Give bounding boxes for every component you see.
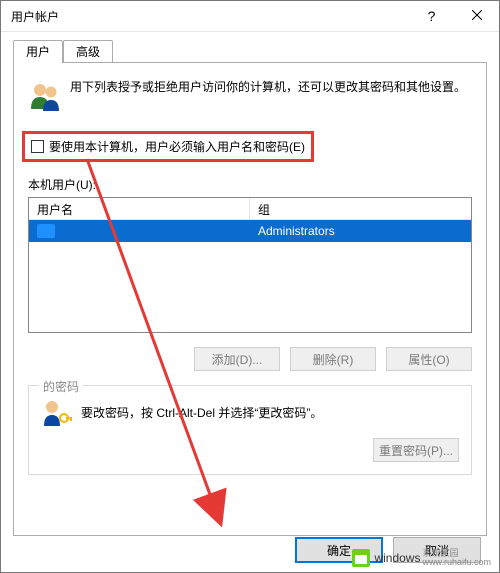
tab-panel-users: 用下列表授予或拒绝用户访问你的计算机，还可以更改其密码和其他设置。 要使用本计算…: [13, 62, 487, 536]
cell-username: [29, 224, 250, 238]
password-groupbox: 的密码 要改密码，按 Ctrl-Alt-Del 并选择“更改密码”。: [28, 385, 472, 475]
reset-password-button[interactable]: 重置密码(P)...: [373, 438, 459, 462]
watermark-brand: windows: [374, 551, 420, 565]
key-icon: [41, 396, 73, 428]
close-button[interactable]: [454, 1, 499, 31]
user-buttons-row: 添加(D)... 删除(R) 属性(O): [28, 347, 472, 371]
intro-row: 用下列表授予或拒绝用户访问你的计算机，还可以更改其密码和其他设置。: [28, 79, 472, 113]
help-button[interactable]: ?: [409, 1, 454, 31]
local-users-label: 本机用户(U):: [28, 176, 472, 193]
add-button[interactable]: 添加(D)...: [194, 347, 280, 371]
col-username[interactable]: 用户名: [29, 198, 250, 220]
titlebar: 用户帐户 ?: [1, 1, 499, 32]
window-title: 用户帐户: [11, 8, 59, 25]
tab-advanced[interactable]: 高级: [63, 40, 113, 63]
tab-strip: 用户 高级: [13, 40, 487, 62]
password-text: 要改密码，按 Ctrl-Alt-Del 并选择“更改密码”。: [81, 404, 322, 421]
close-icon: [472, 9, 482, 23]
table-row[interactable]: Administrators: [29, 220, 471, 242]
window-buttons: ?: [409, 1, 499, 31]
properties-button[interactable]: 属性(O): [386, 347, 472, 371]
watermark-site: www.ruhaifu.com: [422, 558, 491, 567]
col-group[interactable]: 组: [250, 198, 471, 220]
user-icon: [37, 224, 55, 238]
intro-text: 用下列表授予或拒绝用户访问你的计算机，还可以更改其密码和其他设置。: [70, 79, 466, 113]
watermark-logo-icon: [352, 549, 370, 567]
user-accounts-dialog: 用户帐户 ? 用户 高级: [0, 0, 500, 573]
listview-header: 用户名 组: [29, 198, 471, 220]
users-listview[interactable]: 用户名 组 Administrators: [28, 197, 472, 333]
require-login-checkbox[interactable]: [31, 140, 44, 153]
cell-group: Administrators: [250, 224, 471, 238]
remove-button[interactable]: 删除(R): [290, 347, 376, 371]
users-icon: [28, 79, 62, 113]
watermark: windows 系统家园 www.ruhaifu.com: [348, 548, 495, 568]
require-login-label: 要使用本计算机，用户必须输入用户名和密码(E): [49, 138, 305, 155]
help-icon: ?: [428, 8, 436, 24]
require-login-row[interactable]: 要使用本计算机，用户必须输入用户名和密码(E): [22, 131, 314, 162]
password-group-title: 的密码: [39, 378, 83, 395]
tab-users[interactable]: 用户: [13, 40, 63, 63]
